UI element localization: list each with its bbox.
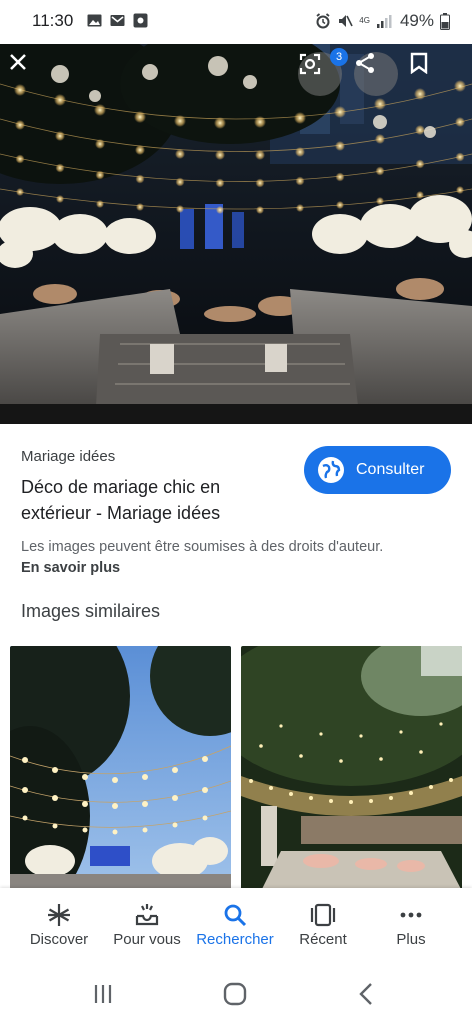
more-icon xyxy=(400,912,422,918)
lens-badge: 3 xyxy=(330,48,348,66)
back-icon[interactable] xyxy=(352,980,382,1008)
nav-recent-label: Récent xyxy=(299,931,347,948)
nav-rechercher-label: Rechercher xyxy=(196,931,274,948)
gmail-icon xyxy=(110,15,125,26)
recents-icon[interactable] xyxy=(88,980,118,1008)
bookmark-icon xyxy=(410,52,428,74)
copyright-notice: Les images peuvent être soumises à des d… xyxy=(21,537,461,579)
copyright-text: Les images peuvent être soumises à des d… xyxy=(21,539,384,555)
consult-label: Consulter xyxy=(356,461,425,478)
battery-percent: 49% xyxy=(399,11,434,30)
close-icon xyxy=(10,54,26,70)
nav-recent[interactable]: Récent xyxy=(276,888,370,962)
alarm-icon xyxy=(316,13,330,29)
nav-pour-vous-label: Pour vous xyxy=(113,931,181,948)
bookmark-button[interactable] xyxy=(410,52,454,96)
similar-image-2[interactable] xyxy=(241,646,462,891)
battery-icon xyxy=(440,12,450,30)
gallery-icon xyxy=(87,14,102,27)
inbox-icon xyxy=(135,904,159,926)
lens-icon xyxy=(299,53,321,75)
globe-icon xyxy=(318,457,344,483)
source-name[interactable]: Mariage idées xyxy=(21,448,115,465)
nav-plus[interactable]: Plus xyxy=(364,888,458,962)
result-title[interactable]: Déco de mariage chic en extérieur - Mari… xyxy=(21,474,291,526)
mute-icon xyxy=(339,15,354,27)
bottom-navigation: Discover Pour vous Rechercher Récent Plu… xyxy=(0,888,472,962)
recent-tabs-icon xyxy=(310,903,336,927)
share-icon xyxy=(356,53,374,73)
learn-more-link[interactable]: En savoir plus xyxy=(21,558,461,579)
nav-plus-label: Plus xyxy=(396,931,426,948)
app-icon xyxy=(133,13,148,28)
signal-icon xyxy=(376,15,392,28)
network-type: 4G xyxy=(359,16,370,25)
share-button[interactable] xyxy=(354,52,398,96)
nav-rechercher[interactable]: Rechercher xyxy=(188,888,282,962)
wedding-reception-photo xyxy=(0,44,472,424)
nav-pour-vous[interactable]: Pour vous xyxy=(100,888,194,962)
system-navigation xyxy=(0,962,472,1024)
similar-image-2-photo xyxy=(241,646,462,891)
home-icon[interactable] xyxy=(220,980,250,1008)
consult-button[interactable]: Consulter xyxy=(304,446,451,494)
asterisk-icon xyxy=(48,904,70,926)
similar-image-1-photo xyxy=(10,646,231,891)
similar-image-1[interactable] xyxy=(10,646,231,891)
nav-discover-label: Discover xyxy=(29,931,89,948)
similar-images-heading: Images similaires xyxy=(21,601,161,621)
search-icon xyxy=(224,904,247,927)
status-bar: 11:30 4G 49% xyxy=(0,0,472,44)
lens-button[interactable]: 3 xyxy=(298,48,348,96)
close-button[interactable] xyxy=(8,52,52,96)
nav-discover[interactable]: Discover xyxy=(12,888,106,962)
status-time: 11:30 xyxy=(32,11,74,30)
hero-image[interactable]: 3 xyxy=(0,44,472,424)
status-right: 4G 49% xyxy=(315,11,450,31)
